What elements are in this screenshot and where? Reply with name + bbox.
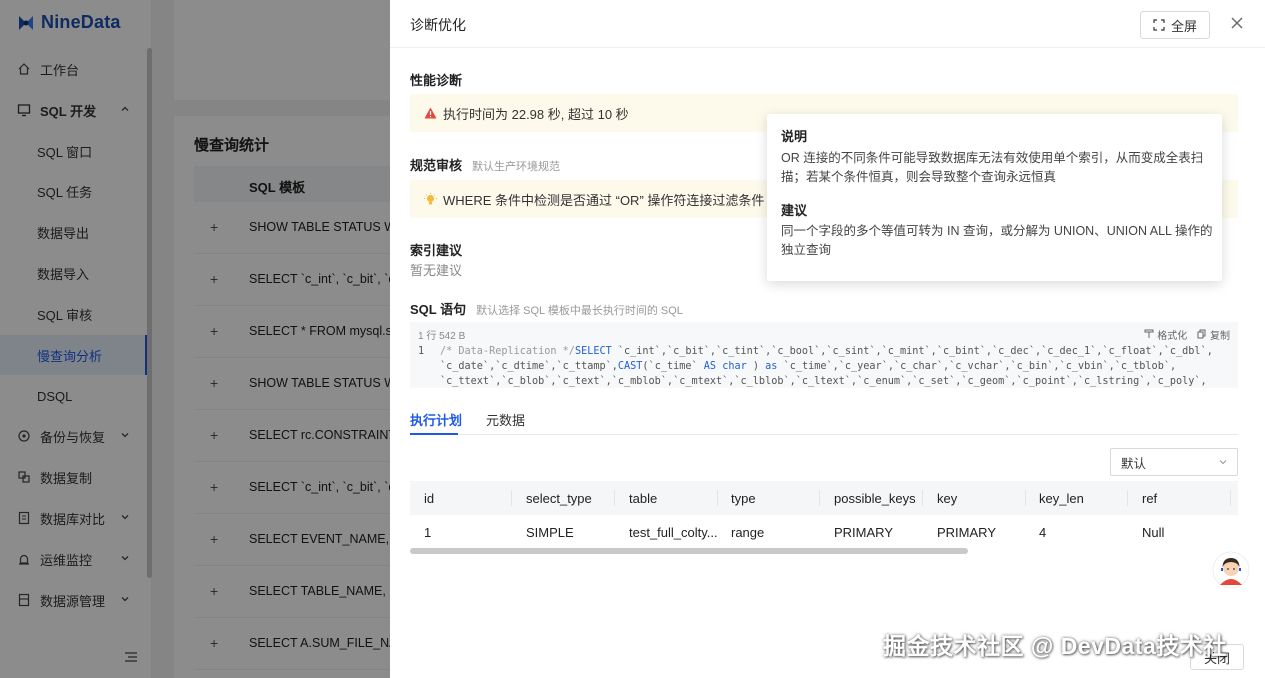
column-header: key_len bbox=[1039, 491, 1084, 506]
column-header: possible_keys bbox=[834, 491, 916, 506]
fullscreen-button[interactable]: 全屏 bbox=[1140, 11, 1210, 39]
sql-label: SQL 语句 默认选择 SQL 模板中最长执行时间的 SQL bbox=[410, 302, 683, 317]
watermark: 掘金技术社区 @ DevData技术社 bbox=[883, 633, 1227, 659]
column-header: table bbox=[629, 491, 658, 506]
code-line: /* Data-Replication */SELECT `c_int`,`c_… bbox=[440, 346, 1213, 357]
support-avatar-icon[interactable] bbox=[1212, 551, 1250, 589]
modal-mask[interactable] bbox=[0, 0, 390, 678]
column-header: type bbox=[731, 491, 756, 506]
column-header: ref bbox=[1142, 491, 1158, 506]
audit-label: 规范审核 默认生产环境规范 bbox=[410, 158, 561, 173]
index-empty: 暂无建议 bbox=[410, 263, 463, 278]
tooltip-explain-text: OR 连接的不同条件可能导致数据库无法有效使用单个索引，从而变成全表扫描；若某个… bbox=[781, 151, 1204, 184]
sql-meta: 1 行 542 B bbox=[418, 331, 466, 342]
plan-mode-select[interactable]: 默认 bbox=[1110, 448, 1238, 476]
format-button[interactable]: 格式化 bbox=[1144, 327, 1187, 342]
line-number: 1 bbox=[418, 346, 425, 357]
diagnose-drawer: 诊断优化 全屏 性能诊断 执行时间为 22.98 秒, 超过 10 秒 规范审核… bbox=[390, 0, 1265, 678]
plan-table-header: id select_type table type possible_keys … bbox=[410, 481, 1238, 515]
rule-tooltip: 说明 OR 连接的不同条件可能导致数据库无法有效使用单个索引，从而变成全表扫描；… bbox=[767, 114, 1222, 281]
tooltip-heading-suggest: 建议 bbox=[781, 203, 808, 218]
warning-icon bbox=[424, 107, 437, 119]
table-horizontal-scrollbar[interactable] bbox=[410, 548, 968, 554]
close-icon[interactable] bbox=[1228, 14, 1246, 32]
index-label: 索引建议 bbox=[410, 243, 463, 258]
table-row[interactable]: 1 SIMPLE test_full_colty... range PRIMAR… bbox=[410, 515, 1238, 549]
audit-hint-text: WHERE 条件中检测是否通过 “OR” 操作符连接过滤条件 bbox=[443, 192, 765, 208]
sql-note: 默认选择 SQL 模板中最长执行时间的 SQL bbox=[476, 305, 683, 317]
code-line: `c_date`,`c_dtime`,`c_ttamp`,CAST(`c_tim… bbox=[440, 361, 1177, 372]
format-icon bbox=[1144, 329, 1154, 338]
copy-button[interactable]: 复制 bbox=[1197, 327, 1230, 342]
fullscreen-icon bbox=[1153, 19, 1165, 31]
column-header: id bbox=[424, 491, 435, 506]
sql-code-viewer[interactable]: 1 行 542 B 格式化 复制 1 /* Data-Replication *… bbox=[410, 322, 1238, 388]
perf-warning-text: 执行时间为 22.98 秒, 超过 10 秒 bbox=[443, 106, 629, 122]
lightbulb-icon bbox=[424, 192, 437, 204]
copy-icon bbox=[1197, 329, 1206, 339]
tab-active-indicator bbox=[410, 433, 458, 435]
tab-execution-plan[interactable]: 执行计划 bbox=[410, 410, 462, 429]
column-header: select_type bbox=[526, 491, 592, 506]
drawer-header: 诊断优化 全屏 bbox=[390, 0, 1265, 48]
column-header: key bbox=[937, 491, 958, 506]
tooltip-suggest-text: 同一个字段的多个等值可转为 IN 查询，或分解为 UNION、UNION ALL… bbox=[781, 224, 1213, 257]
audit-note: 默认生产环境规范 bbox=[472, 161, 561, 173]
fullscreen-label: 全屏 bbox=[1170, 18, 1197, 34]
plan-tabs: 执行计划 元数据 bbox=[410, 406, 1238, 435]
tooltip-heading-explain: 说明 bbox=[781, 129, 808, 144]
tab-metadata[interactable]: 元数据 bbox=[486, 410, 525, 429]
chevron-down-icon bbox=[1219, 460, 1227, 465]
code-line: `c_ttext`,`c_blob`,`c_text`,`c_mblob`,`c… bbox=[440, 376, 1207, 387]
drawer-title: 诊断优化 bbox=[410, 17, 466, 33]
code-toolbar: 格式化 复制 bbox=[1144, 327, 1230, 342]
perf-diagnosis-label: 性能诊断 bbox=[410, 73, 463, 88]
